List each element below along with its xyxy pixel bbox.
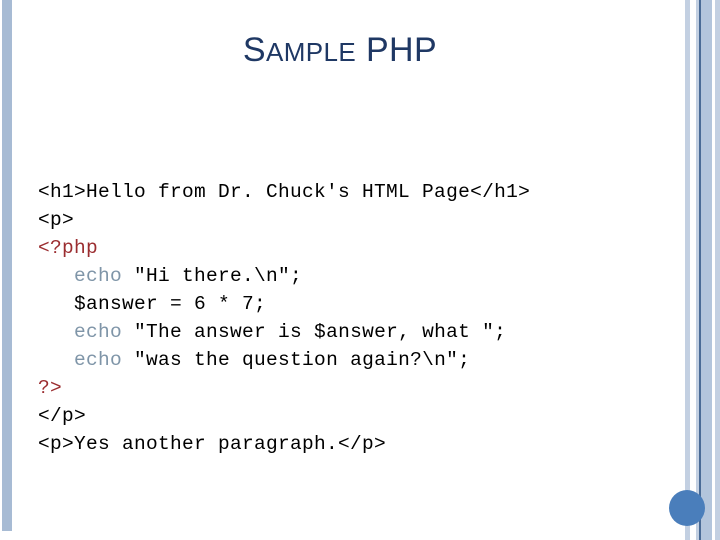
code-token-plain: </p>: [38, 405, 87, 427]
code-token-plain: <p>Yes another paragraph.</p>: [38, 433, 387, 455]
slide-title-rest: PHP: [356, 31, 438, 69]
right-stripe-edge-light: [715, 0, 720, 540]
slide-title-lead-cap: S: [242, 31, 266, 69]
slide-title: SAMPLE PHP: [0, 30, 680, 72]
code-token-plain: <h1>Hello from Dr. Chuck's HTML Page</h1…: [38, 181, 531, 203]
left-accent-bar: [2, 0, 12, 531]
code-line: echo "Hi there.\n";: [38, 262, 658, 290]
code-token-php: ?>: [38, 377, 63, 399]
code-token-plain: $answer = 6 * 7;: [38, 293, 267, 315]
code-token-plain: "The answer is $answer, what ";: [122, 321, 507, 343]
code-token-plain: "Hi there.\n";: [122, 265, 303, 287]
corner-circle-decoration: [669, 490, 705, 526]
code-line: ?>: [38, 374, 658, 402]
right-stripe-outer-light: [685, 0, 690, 540]
code-token-php: <?php: [38, 237, 99, 259]
code-line: <p>: [38, 206, 658, 234]
code-line: <p>Yes another paragraph.</p>: [38, 430, 658, 458]
code-line: $answer = 6 * 7;: [38, 290, 658, 318]
code-token-plain: <p>: [38, 209, 75, 231]
code-line: echo "The answer is $answer, what ";: [38, 318, 658, 346]
code-line: echo "was the question again?\n";: [38, 346, 658, 374]
slide-canvas: SAMPLE PHP <h1>Hello from Dr. Chuck's HT…: [0, 0, 720, 540]
php-code-listing: <h1>Hello from Dr. Chuck's HTML Page</h1…: [38, 178, 658, 458]
code-line: <?php: [38, 234, 658, 262]
code-token-echo: echo: [74, 321, 123, 343]
slide-title-small-caps: AMPLE: [265, 37, 357, 67]
code-token-plain: "was the question again?\n";: [122, 349, 471, 371]
code-token-echo: echo: [74, 265, 123, 287]
code-token-echo: echo: [74, 349, 123, 371]
right-stripe-wide-band: [701, 0, 712, 540]
code-line: <h1>Hello from Dr. Chuck's HTML Page</h1…: [38, 178, 658, 206]
code-line: </p>: [38, 402, 658, 430]
